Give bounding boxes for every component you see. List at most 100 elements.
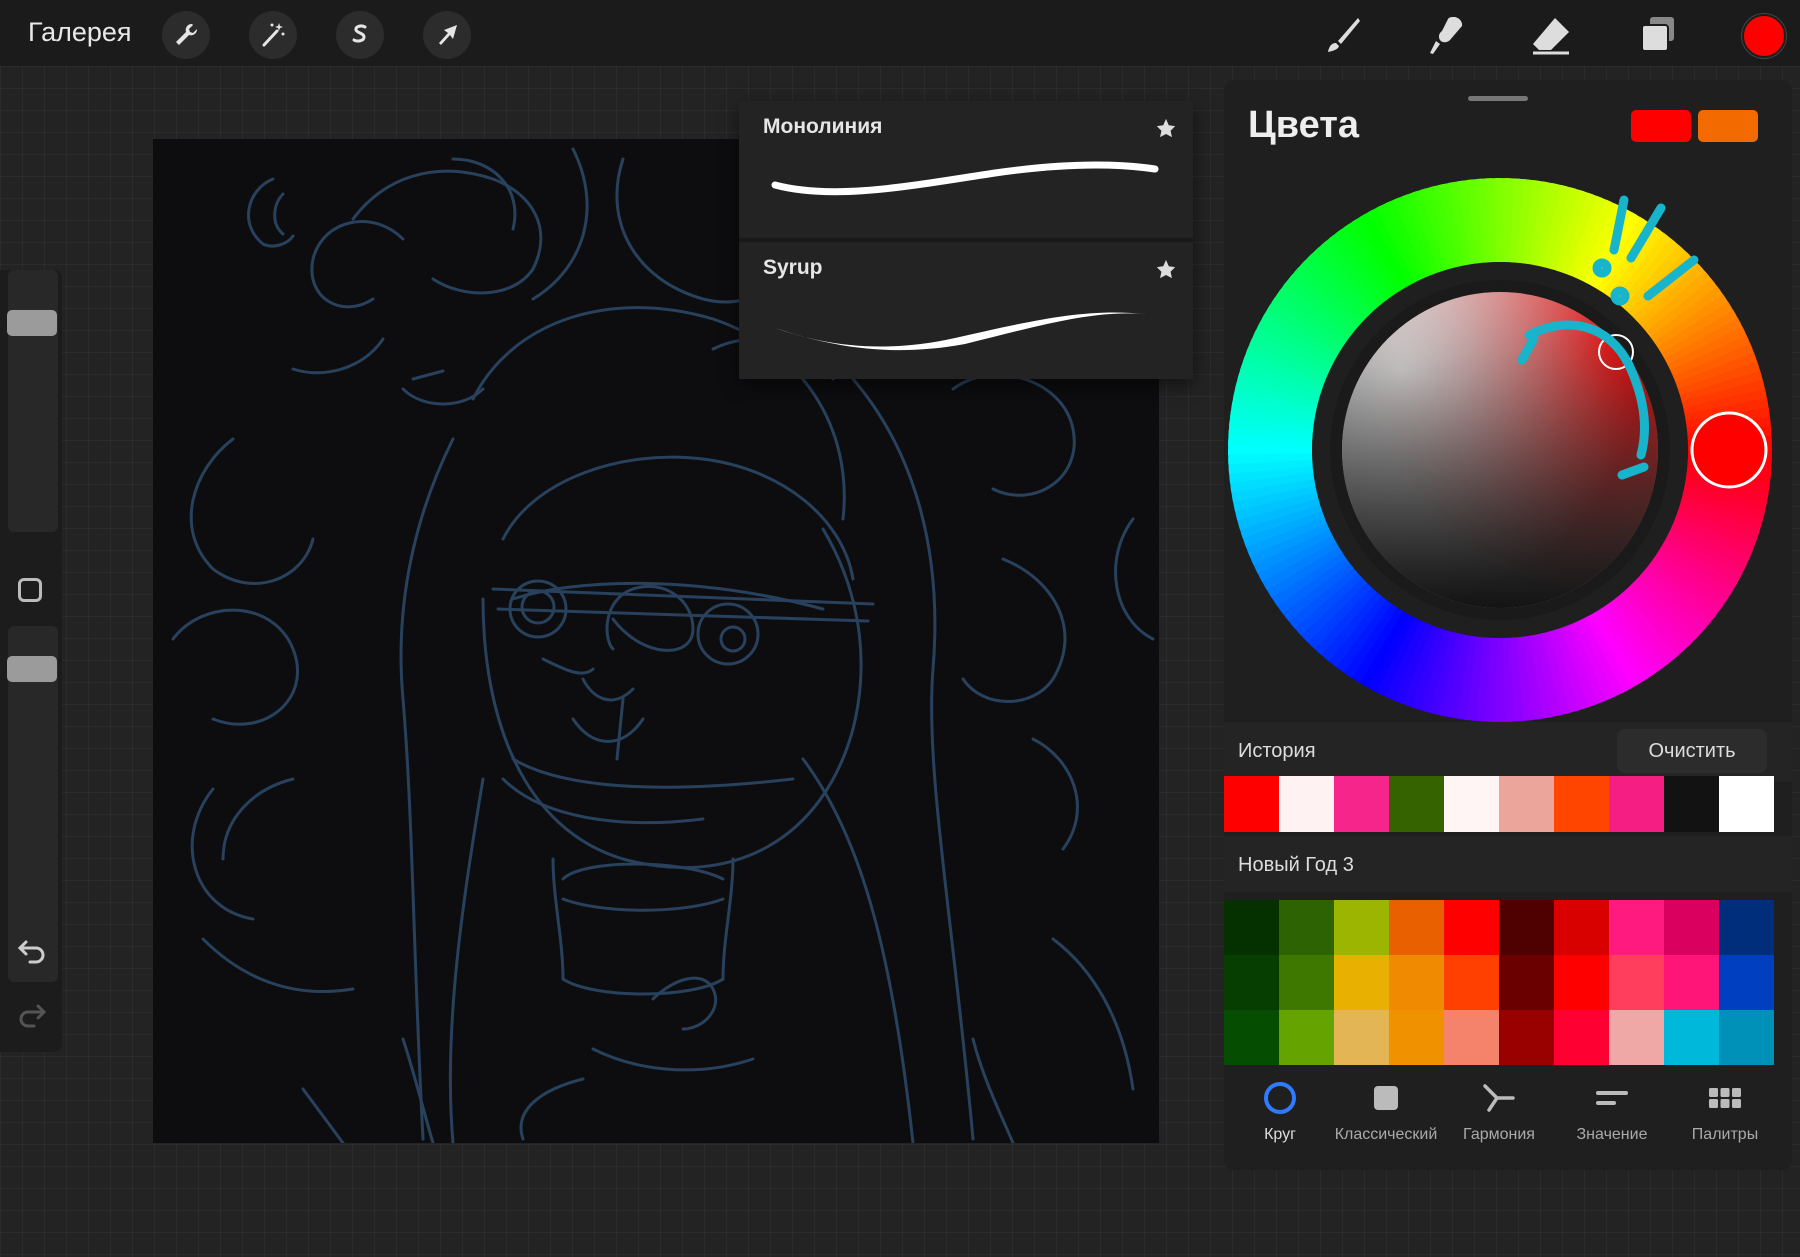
tab-disc[interactable]: Круг (1224, 1078, 1336, 1158)
palette-swatch[interactable] (1444, 900, 1499, 955)
adjustments-button[interactable] (249, 11, 297, 59)
magic-wand-icon (262, 23, 285, 47)
star-icon[interactable] (1155, 258, 1177, 280)
palette-swatch[interactable] (1224, 900, 1279, 955)
palette-swatch[interactable] (1444, 1010, 1499, 1065)
palette-swatch[interactable] (1609, 900, 1664, 955)
selection-button[interactable] (336, 11, 384, 59)
palette-swatch[interactable] (1719, 955, 1774, 1010)
history-swatch[interactable] (1224, 776, 1279, 832)
square-icon (1374, 1086, 1398, 1110)
eraser-tool[interactable] (1525, 9, 1577, 61)
history-swatch[interactable] (1609, 776, 1664, 832)
history-swatch[interactable] (1499, 776, 1554, 832)
clear-history-button[interactable]: Очистить (1617, 729, 1767, 773)
history-swatch[interactable] (1554, 776, 1609, 832)
history-swatch[interactable] (1444, 776, 1499, 832)
circle-icon (1264, 1082, 1296, 1114)
transform-button[interactable] (423, 11, 471, 59)
tab-label: Гармония (1463, 1126, 1535, 1143)
sliders-icon (1596, 1091, 1628, 1105)
harmony-icon (1483, 1084, 1515, 1112)
history-swatch[interactable] (1389, 776, 1444, 832)
layers-tool[interactable] (1632, 9, 1684, 61)
primary-color-swatch[interactable] (1631, 110, 1691, 142)
history-swatches (1224, 776, 1774, 832)
tab-value[interactable]: Значение (1556, 1078, 1668, 1158)
recent-brushes-popover: Монолиния Syrup (739, 101, 1193, 379)
palette-swatch[interactable] (1664, 900, 1719, 955)
palette-swatch[interactable] (1719, 1010, 1774, 1065)
sidebar (0, 270, 62, 1052)
color-wheel[interactable] (1224, 150, 1792, 740)
palette-name: Новый Год 3 (1238, 854, 1354, 876)
palette-swatch[interactable] (1389, 1010, 1444, 1065)
redo-icon (19, 1004, 47, 1028)
secondary-color-swatch[interactable] (1698, 110, 1758, 142)
palette-swatch[interactable] (1334, 900, 1389, 955)
history-swatch[interactable] (1664, 776, 1719, 832)
wrench-icon (176, 23, 198, 45)
tab-classic[interactable]: Классический (1330, 1078, 1442, 1158)
palette-swatch[interactable] (1719, 900, 1774, 955)
selection-icon (352, 24, 367, 43)
brush-tool[interactable] (1316, 9, 1368, 61)
history-label: История (1238, 740, 1316, 762)
hue-selector[interactable] (1690, 411, 1768, 489)
palette-swatch[interactable] (1279, 955, 1334, 1010)
palette-swatch[interactable] (1334, 1010, 1389, 1065)
tab-label: Круг (1264, 1126, 1296, 1143)
brush-icon (1328, 18, 1360, 52)
top-toolbar: Галерея (0, 0, 1800, 66)
palette-swatch[interactable] (1389, 955, 1444, 1010)
brush-name: Монолиния (763, 115, 883, 138)
undo-button[interactable] (16, 934, 48, 966)
star-icon[interactable] (1155, 117, 1177, 139)
smudge-icon (1430, 17, 1463, 54)
layers-icon (1641, 17, 1674, 52)
palette-swatch[interactable] (1224, 1010, 1279, 1065)
history-swatch[interactable] (1334, 776, 1389, 832)
brush-item-monoline[interactable]: Монолиния (739, 101, 1193, 238)
brush-item-syrup[interactable]: Syrup (739, 242, 1193, 379)
tab-label: Классический (1334, 1126, 1438, 1143)
palette-swatch[interactable] (1664, 1010, 1719, 1065)
palette-swatch[interactable] (1554, 955, 1609, 1010)
gallery-button[interactable]: Галерея (28, 17, 132, 48)
history-swatch[interactable] (1719, 776, 1774, 832)
palette-swatch[interactable] (1609, 955, 1664, 1010)
arrow-cursor-icon (439, 25, 457, 45)
brush-stroke-preview (771, 161, 1159, 196)
brush-name: Syrup (763, 256, 823, 279)
palette-swatch[interactable] (1499, 900, 1554, 955)
color-button[interactable] (1742, 14, 1786, 58)
brush-stroke-preview (775, 312, 1145, 351)
actions-button[interactable] (162, 11, 210, 59)
palette-swatch[interactable] (1279, 900, 1334, 955)
panel-grab-handle[interactable] (1468, 96, 1528, 101)
brush-size-thumb[interactable] (7, 310, 57, 336)
palette-swatch[interactable] (1554, 900, 1609, 955)
palette-swatch[interactable] (1554, 1010, 1609, 1065)
palette-swatch[interactable] (1444, 955, 1499, 1010)
tab-label: Значение (1576, 1126, 1648, 1143)
opacity-thumb[interactable] (7, 656, 57, 682)
tab-harmony[interactable]: Гармония (1443, 1078, 1555, 1158)
palette-swatch[interactable] (1664, 955, 1719, 1010)
colors-panel: Цвета История Очистить Новый Год 3 Круг … (1224, 80, 1792, 1170)
palette-swatch[interactable] (1279, 1010, 1334, 1065)
palette-swatch[interactable] (1224, 955, 1279, 1010)
palette-swatch[interactable] (1334, 955, 1389, 1010)
palette-swatch[interactable] (1499, 955, 1554, 1010)
palette-swatch[interactable] (1499, 1010, 1554, 1065)
modify-button[interactable] (18, 578, 42, 602)
grid-icon (1709, 1088, 1741, 1108)
palette-swatch[interactable] (1389, 900, 1444, 955)
color-mode-tabs: Круг Классический Гармония Значение Пали… (1224, 1078, 1792, 1168)
palette-swatch[interactable] (1609, 1010, 1664, 1065)
tab-palettes[interactable]: Палитры (1669, 1078, 1781, 1158)
undo-icon (17, 940, 45, 964)
history-swatch[interactable] (1279, 776, 1334, 832)
smudge-tool[interactable] (1420, 9, 1472, 61)
redo-button[interactable] (16, 998, 48, 1030)
